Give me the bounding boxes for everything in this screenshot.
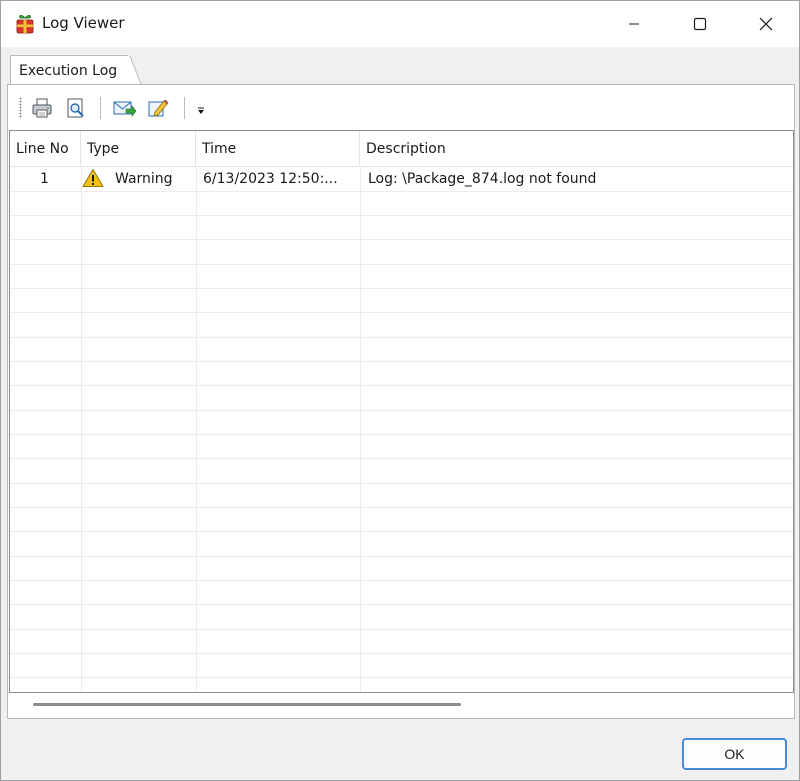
email-send-icon	[113, 101, 136, 117]
maximize-button[interactable]	[677, 1, 723, 47]
cell-time: 6/13/2023 12:50:...	[203, 171, 338, 187]
horizontal-scrollbar[interactable]	[9, 693, 794, 717]
print-preview-icon	[67, 98, 84, 118]
edit-button[interactable]	[145, 95, 171, 121]
row-divider	[10, 410, 793, 411]
column-divider	[196, 166, 197, 692]
column-header-description[interactable]: Description	[360, 131, 793, 166]
tab-strip: Execution Log	[1, 47, 799, 85]
row-divider	[10, 264, 793, 265]
toolbar	[9, 89, 211, 127]
row-divider	[10, 385, 793, 386]
log-grid[interactable]: Line No Type Time Description 1 Warning …	[9, 130, 794, 693]
toolbar-separator	[184, 97, 185, 119]
row-divider	[10, 604, 793, 605]
close-button[interactable]	[743, 1, 789, 47]
row-divider	[10, 288, 793, 289]
column-divider	[81, 166, 82, 692]
title-bar[interactable]: Log Viewer	[1, 1, 799, 47]
row-divider	[10, 556, 793, 557]
tab-edge	[128, 55, 142, 85]
close-icon	[759, 17, 773, 31]
printer-icon	[32, 98, 52, 118]
row-divider	[10, 507, 793, 508]
column-header-time[interactable]: Time	[196, 131, 360, 166]
package-gift-icon	[16, 14, 34, 34]
tab-label: Execution Log	[19, 63, 118, 79]
maximize-icon	[693, 17, 707, 31]
minimize-button[interactable]	[611, 1, 657, 47]
window-title: Log Viewer	[42, 14, 125, 32]
column-header-line-no[interactable]: Line No	[10, 131, 81, 166]
row-divider	[10, 653, 793, 654]
tab-execution-log[interactable]: Execution Log	[10, 55, 130, 85]
row-divider	[10, 458, 793, 459]
print-preview-button[interactable]	[63, 95, 89, 121]
edit-pencil-icon	[148, 99, 169, 117]
row-divider	[10, 361, 793, 362]
row-divider	[10, 215, 793, 216]
table-row[interactable]: 1 Warning 6/13/2023 12:50:... Log: \Pack…	[10, 166, 793, 191]
row-divider	[10, 580, 793, 581]
ok-button[interactable]: OK	[682, 738, 787, 770]
row-divider	[10, 677, 793, 678]
scrollbar-thumb[interactable]	[33, 703, 461, 706]
toolbar-separator	[100, 97, 101, 119]
chevron-down-icon	[198, 107, 204, 114]
grid-header: Line No Type Time Description	[10, 131, 793, 167]
cell-description: Log: \Package_874.log not found	[368, 171, 597, 187]
row-divider	[10, 191, 793, 192]
column-header-type[interactable]: Type	[81, 131, 196, 166]
cell-type: Warning	[115, 171, 173, 187]
column-divider	[360, 166, 361, 692]
warning-icon	[82, 169, 104, 187]
row-divider	[10, 531, 793, 532]
print-button[interactable]	[29, 95, 55, 121]
minimize-icon	[629, 23, 639, 25]
log-viewer-window: Log Viewer Execution Log Line No Type Ti…	[0, 0, 800, 781]
cell-line-no: 1	[40, 171, 49, 187]
row-divider	[10, 434, 793, 435]
row-divider	[10, 312, 793, 313]
row-divider	[10, 239, 793, 240]
row-divider	[10, 629, 793, 630]
email-button[interactable]	[111, 95, 137, 121]
toolbar-grip[interactable]	[19, 97, 22, 119]
row-divider	[10, 337, 793, 338]
row-divider	[10, 483, 793, 484]
toolbar-overflow-button[interactable]	[194, 98, 208, 120]
